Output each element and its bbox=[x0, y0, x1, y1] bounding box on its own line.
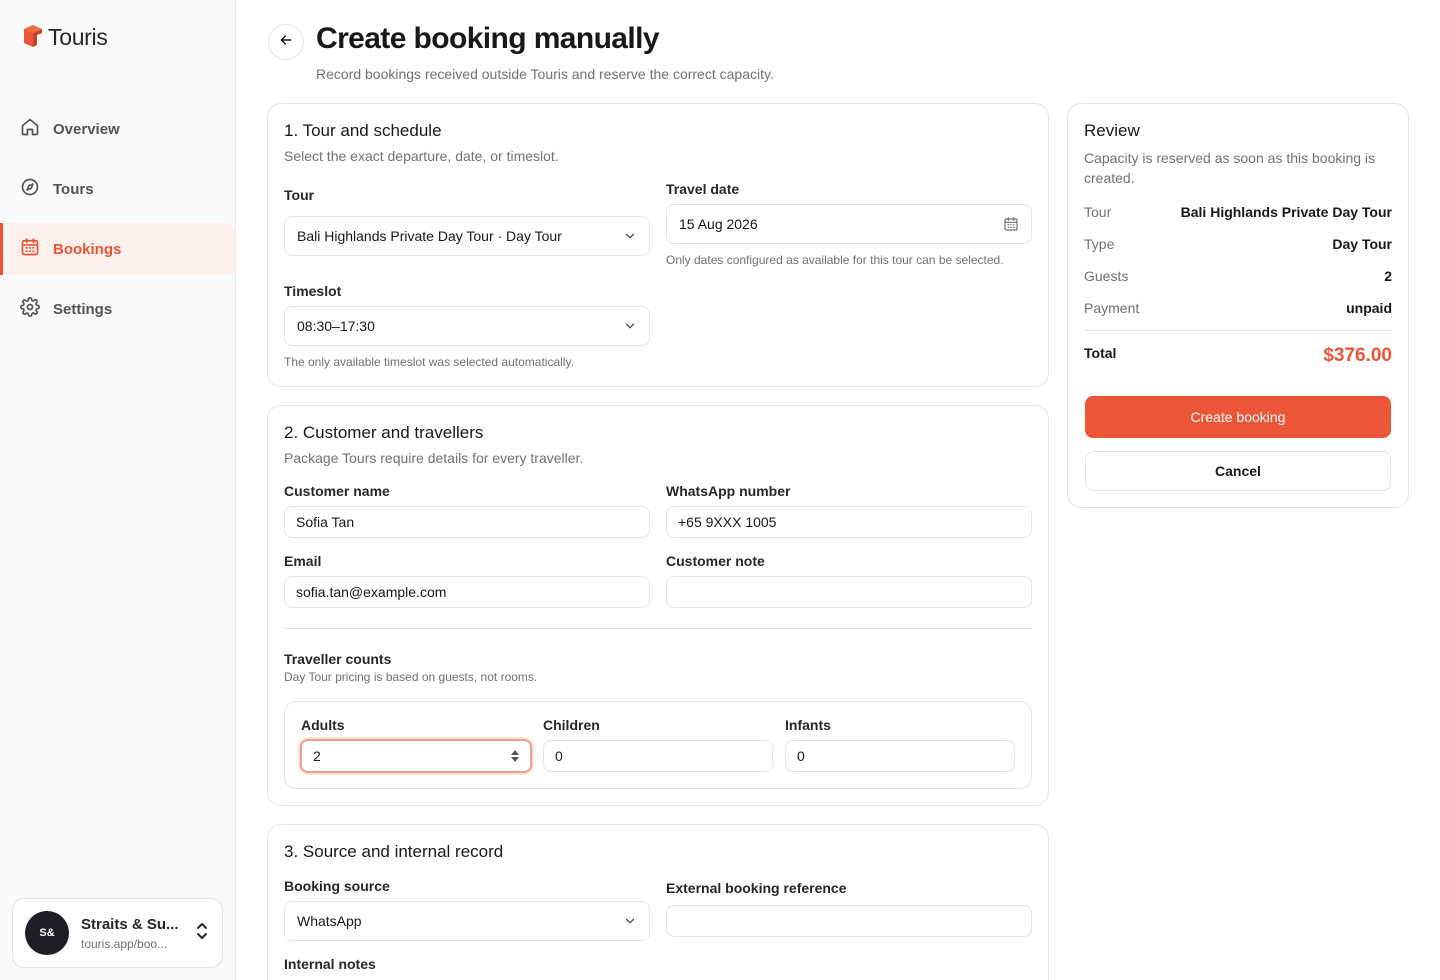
sidebar-item-overview[interactable]: Overview bbox=[0, 103, 235, 155]
chevrons-up-down-icon bbox=[194, 921, 210, 946]
calendar-icon[interactable] bbox=[1003, 216, 1019, 232]
customer-name-label: Customer name bbox=[284, 483, 390, 499]
sidebar-item-settings[interactable]: Settings bbox=[0, 283, 235, 335]
review-title: Review bbox=[1084, 121, 1140, 140]
logo[interactable]: Touris bbox=[22, 22, 108, 53]
divider bbox=[284, 628, 1032, 629]
section-title: 2. Customer and travellers bbox=[284, 423, 484, 442]
external-reference-input[interactable] bbox=[666, 905, 1032, 937]
total-value: $376.00 bbox=[1323, 345, 1392, 366]
travel-date-label: Travel date bbox=[666, 181, 740, 197]
infants-label: Infants bbox=[785, 717, 831, 733]
email-label: Email bbox=[284, 553, 322, 569]
sidebar-item-label: Bookings bbox=[53, 240, 122, 258]
account-url: touris.app/boo... bbox=[81, 936, 168, 951]
compass-icon bbox=[20, 177, 40, 201]
whatsapp-input[interactable]: +65 9XXX 1005 bbox=[666, 506, 1032, 538]
home-icon bbox=[20, 117, 40, 141]
avatar: S& bbox=[25, 911, 69, 955]
children-value: 0 bbox=[555, 748, 563, 764]
section-title: 1. Tour and schedule bbox=[284, 121, 442, 140]
travel-date-input[interactable]: 15 Aug 2026 bbox=[666, 204, 1032, 244]
sidebar-item-tours[interactable]: Tours bbox=[0, 163, 235, 215]
infants-value: 0 bbox=[797, 748, 805, 764]
tour-select-value: Bali Highlands Private Day Tour · Day To… bbox=[297, 228, 562, 244]
customer-note-label: Customer note bbox=[666, 553, 765, 569]
external-reference-label: External booking reference bbox=[666, 880, 847, 896]
timeslot-select-value: 08:30–17:30 bbox=[297, 318, 375, 334]
review-payment-label: Payment bbox=[1084, 300, 1140, 316]
gear-icon bbox=[20, 297, 40, 321]
sidebar-item-label: Settings bbox=[53, 300, 113, 318]
children-stepper[interactable]: 0 bbox=[543, 740, 773, 772]
booking-source-label: Booking source bbox=[284, 878, 390, 894]
review-description: Capacity is reserved as soon as this boo… bbox=[1084, 150, 1376, 186]
tour-select[interactable]: Bali Highlands Private Day Tour · Day To… bbox=[284, 216, 650, 256]
create-booking-button[interactable]: Create booking bbox=[1085, 396, 1391, 438]
review-type-value: Day Tour bbox=[1332, 236, 1392, 252]
customer-name-value: Sofia Tan bbox=[296, 514, 355, 530]
customer-note-input[interactable] bbox=[666, 576, 1032, 608]
sidebar-item-bookings[interactable]: Bookings bbox=[0, 223, 235, 275]
calendar-icon bbox=[20, 237, 40, 261]
traveller-counts-title: Traveller counts bbox=[284, 651, 392, 667]
email-value: sofia.tan@example.com bbox=[296, 584, 447, 600]
email-field[interactable]: sofia.tan@example.com bbox=[284, 576, 650, 608]
sidebar-nav: Overview Tours Bookings Settings bbox=[0, 103, 235, 343]
account-name: Straits & Su... bbox=[81, 915, 179, 933]
traveller-counts-hint: Day Tour pricing is based on guests, not… bbox=[284, 670, 538, 684]
infants-stepper[interactable]: 0 bbox=[785, 740, 1015, 772]
timeslot-label: Timeslot bbox=[284, 283, 342, 299]
timeslot-select[interactable]: 08:30–17:30 bbox=[284, 306, 650, 346]
adults-label: Adults bbox=[301, 717, 345, 733]
sidebar: Touris Overview Tours Bookings Settings bbox=[0, 0, 236, 980]
sidebar-item-label: Tours bbox=[53, 180, 94, 198]
customer-name-input[interactable]: Sofia Tan bbox=[284, 506, 650, 538]
review-guests-label: Guests bbox=[1084, 268, 1129, 284]
section-description: Package Tours require details for every … bbox=[284, 450, 584, 466]
sidebar-item-label: Overview bbox=[53, 120, 120, 138]
divider bbox=[1084, 330, 1392, 331]
children-label: Children bbox=[543, 717, 600, 733]
cancel-button[interactable]: Cancel bbox=[1085, 451, 1391, 491]
chevron-down-icon bbox=[623, 914, 637, 928]
back-button[interactable] bbox=[268, 24, 304, 60]
internal-notes-label: Internal notes bbox=[284, 956, 376, 972]
page-subtitle: Record bookings received outside Touris … bbox=[316, 66, 774, 82]
timeslot-hint: The only available timeslot was selected… bbox=[284, 355, 574, 369]
adults-value: 2 bbox=[313, 748, 321, 764]
app-name: Touris bbox=[48, 24, 108, 50]
review-guests-value: 2 bbox=[1384, 268, 1392, 284]
review-payment-value: unpaid bbox=[1346, 300, 1392, 316]
touris-logo-icon bbox=[22, 22, 44, 53]
review-tour-value: Bali Highlands Private Day Tour bbox=[1180, 204, 1392, 220]
review-type-label: Type bbox=[1084, 236, 1115, 252]
adults-stepper[interactable]: 2 bbox=[300, 739, 532, 773]
travel-date-value: 15 Aug 2026 bbox=[679, 216, 758, 232]
total-label: Total bbox=[1084, 345, 1117, 361]
chevron-down-icon bbox=[623, 319, 637, 333]
section-title: 3. Source and internal record bbox=[284, 842, 504, 861]
booking-source-value: WhatsApp bbox=[297, 913, 362, 929]
arrow-left-icon bbox=[278, 32, 294, 53]
travel-date-hint: Only dates configured as available for t… bbox=[666, 253, 1004, 267]
booking-source-select[interactable]: WhatsApp bbox=[284, 901, 650, 941]
whatsapp-label: WhatsApp number bbox=[666, 483, 791, 499]
account-switcher[interactable]: S& Straits & Su... touris.app/boo... bbox=[12, 898, 223, 968]
section-description: Select the exact departure, date, or tim… bbox=[284, 148, 559, 164]
spinner-arrows-icon[interactable] bbox=[510, 748, 520, 764]
chevron-down-icon bbox=[623, 229, 637, 243]
review-tour-label: Tour bbox=[1084, 204, 1112, 220]
page-title: Create booking manually bbox=[316, 22, 660, 55]
whatsapp-value: +65 9XXX 1005 bbox=[678, 514, 777, 530]
tour-label: Tour bbox=[284, 187, 315, 203]
